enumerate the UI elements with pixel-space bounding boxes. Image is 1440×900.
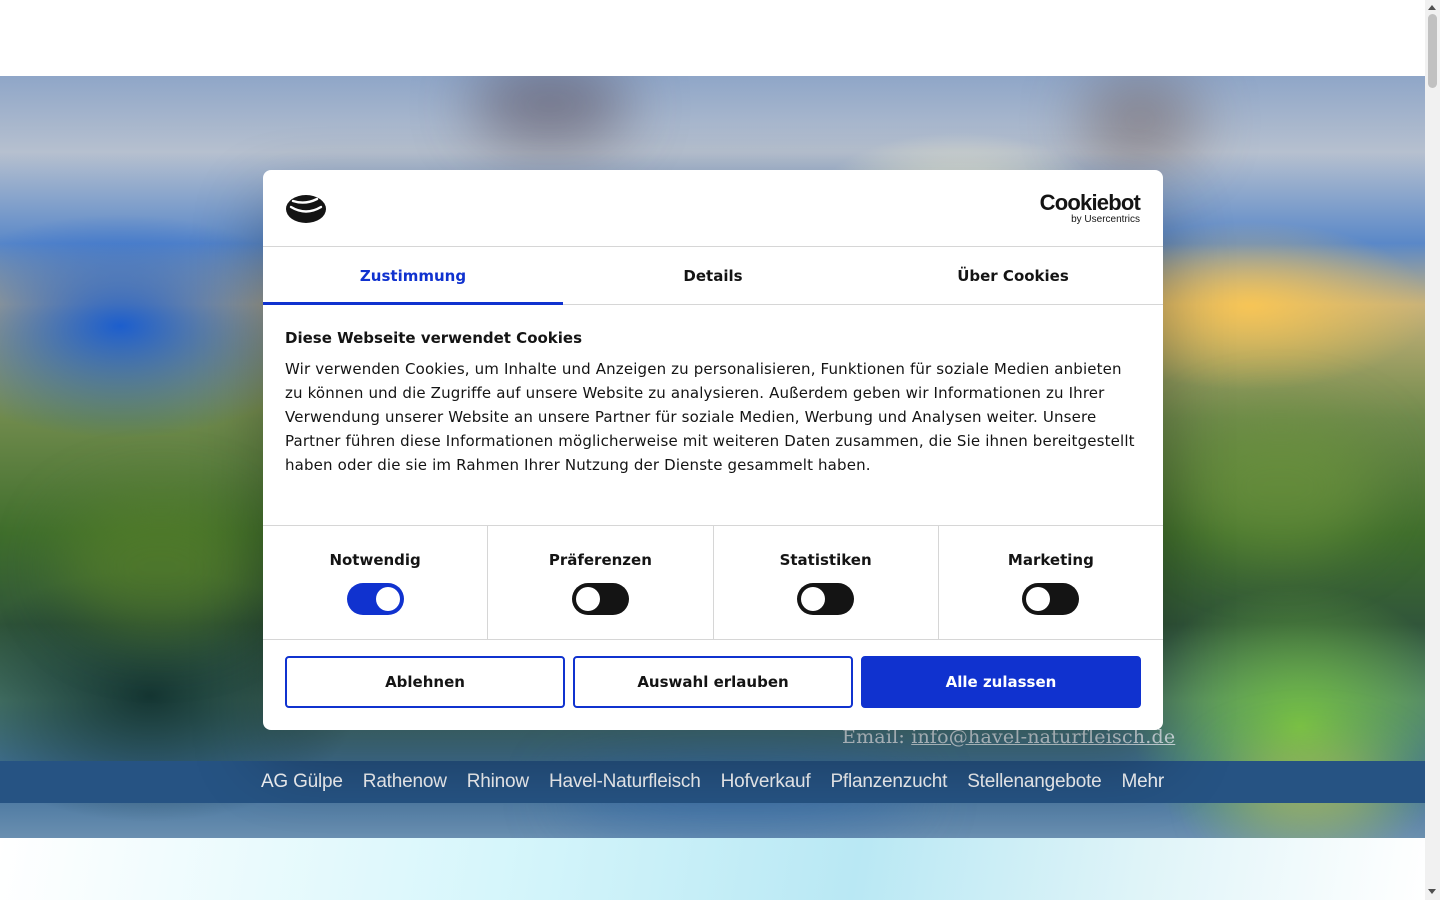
- site-header: [0, 0, 1425, 76]
- nav-item-ag-guelpe[interactable]: AG Gülpe: [261, 771, 343, 793]
- nav-item-rhinow[interactable]: Rhinow: [467, 771, 529, 793]
- consent-title: Diese Webseite verwendet Cookies: [285, 329, 583, 347]
- nav-item-mehr[interactable]: Mehr: [1122, 771, 1165, 793]
- scroll-down-icon[interactable]: [1428, 889, 1436, 894]
- allow-all-button[interactable]: Alle zulassen: [861, 656, 1141, 708]
- category-label: Notwendig: [329, 551, 421, 569]
- dialog-actions: Ablehnen Auswahl erlauben Alle zulassen: [263, 640, 1163, 724]
- consent-categories: Notwendig Präferenzen Statistiken Market…: [263, 526, 1163, 640]
- content-image: [0, 838, 1425, 900]
- tab-ueber-cookies[interactable]: Über Cookies: [863, 247, 1163, 304]
- cookie-consent-dialog: Cookiebot by Usercentrics Zustimmung Det…: [263, 170, 1163, 730]
- toggle-notwendig[interactable]: [346, 583, 404, 615]
- dialog-header: Cookiebot by Usercentrics: [263, 170, 1163, 247]
- allow-selection-button[interactable]: Auswahl erlauben: [573, 656, 853, 708]
- toggle-knob: [1026, 587, 1051, 611]
- toggle-praeferenzen[interactable]: [571, 583, 629, 615]
- toggle-knob: [801, 587, 826, 611]
- nav-item-stellenangebote[interactable]: Stellenangebote: [967, 771, 1102, 793]
- tab-details[interactable]: Details: [563, 247, 863, 304]
- category-marketing: Marketing: [939, 526, 1163, 639]
- cookie-logo-icon: [286, 195, 326, 223]
- page-scrollbar[interactable]: [1425, 0, 1440, 900]
- consent-text: Wir verwenden Cookies, um Inhalte und An…: [285, 360, 1135, 474]
- scrollbar-thumb[interactable]: [1428, 14, 1437, 88]
- toggle-statistiken[interactable]: [797, 583, 855, 615]
- toggle-knob: [575, 587, 600, 611]
- cookiebot-brand-logo: Cookiebot by Usercentrics: [1039, 190, 1141, 226]
- consent-description: Diese Webseite verwendet Cookies Wir ver…: [263, 305, 1163, 526]
- category-notwendig: Notwendig: [263, 526, 489, 639]
- category-praeferenzen: Präferenzen: [488, 526, 714, 639]
- toggle-marketing[interactable]: [1022, 583, 1080, 615]
- nav-item-hofverkauf[interactable]: Hofverkauf: [721, 771, 811, 793]
- nav-item-pflanzenzucht[interactable]: Pflanzenzucht: [830, 771, 947, 793]
- category-label: Marketing: [1007, 551, 1094, 569]
- category-statistiken: Statistiken: [714, 526, 939, 639]
- nav-item-rathenow[interactable]: Rathenow: [363, 771, 447, 793]
- tab-zustimmung[interactable]: Zustimmung: [263, 247, 563, 305]
- scroll-up-icon[interactable]: [1428, 5, 1436, 10]
- category-label: Präferenzen: [548, 551, 652, 569]
- brand-subtitle: by Usercentrics: [1071, 214, 1140, 225]
- toggle-knob: [375, 587, 400, 611]
- decline-button[interactable]: Ablehnen: [285, 656, 565, 708]
- dialog-tabs: Zustimmung Details Über Cookies: [263, 247, 1163, 305]
- main-navigation: AG Gülpe Rathenow Rhinow Havel-Naturflei…: [0, 761, 1425, 803]
- brand-name: Cookiebot: [1039, 190, 1141, 215]
- category-label: Statistiken: [779, 551, 872, 569]
- nav-item-havel-naturfleisch[interactable]: Havel-Naturfleisch: [549, 771, 701, 793]
